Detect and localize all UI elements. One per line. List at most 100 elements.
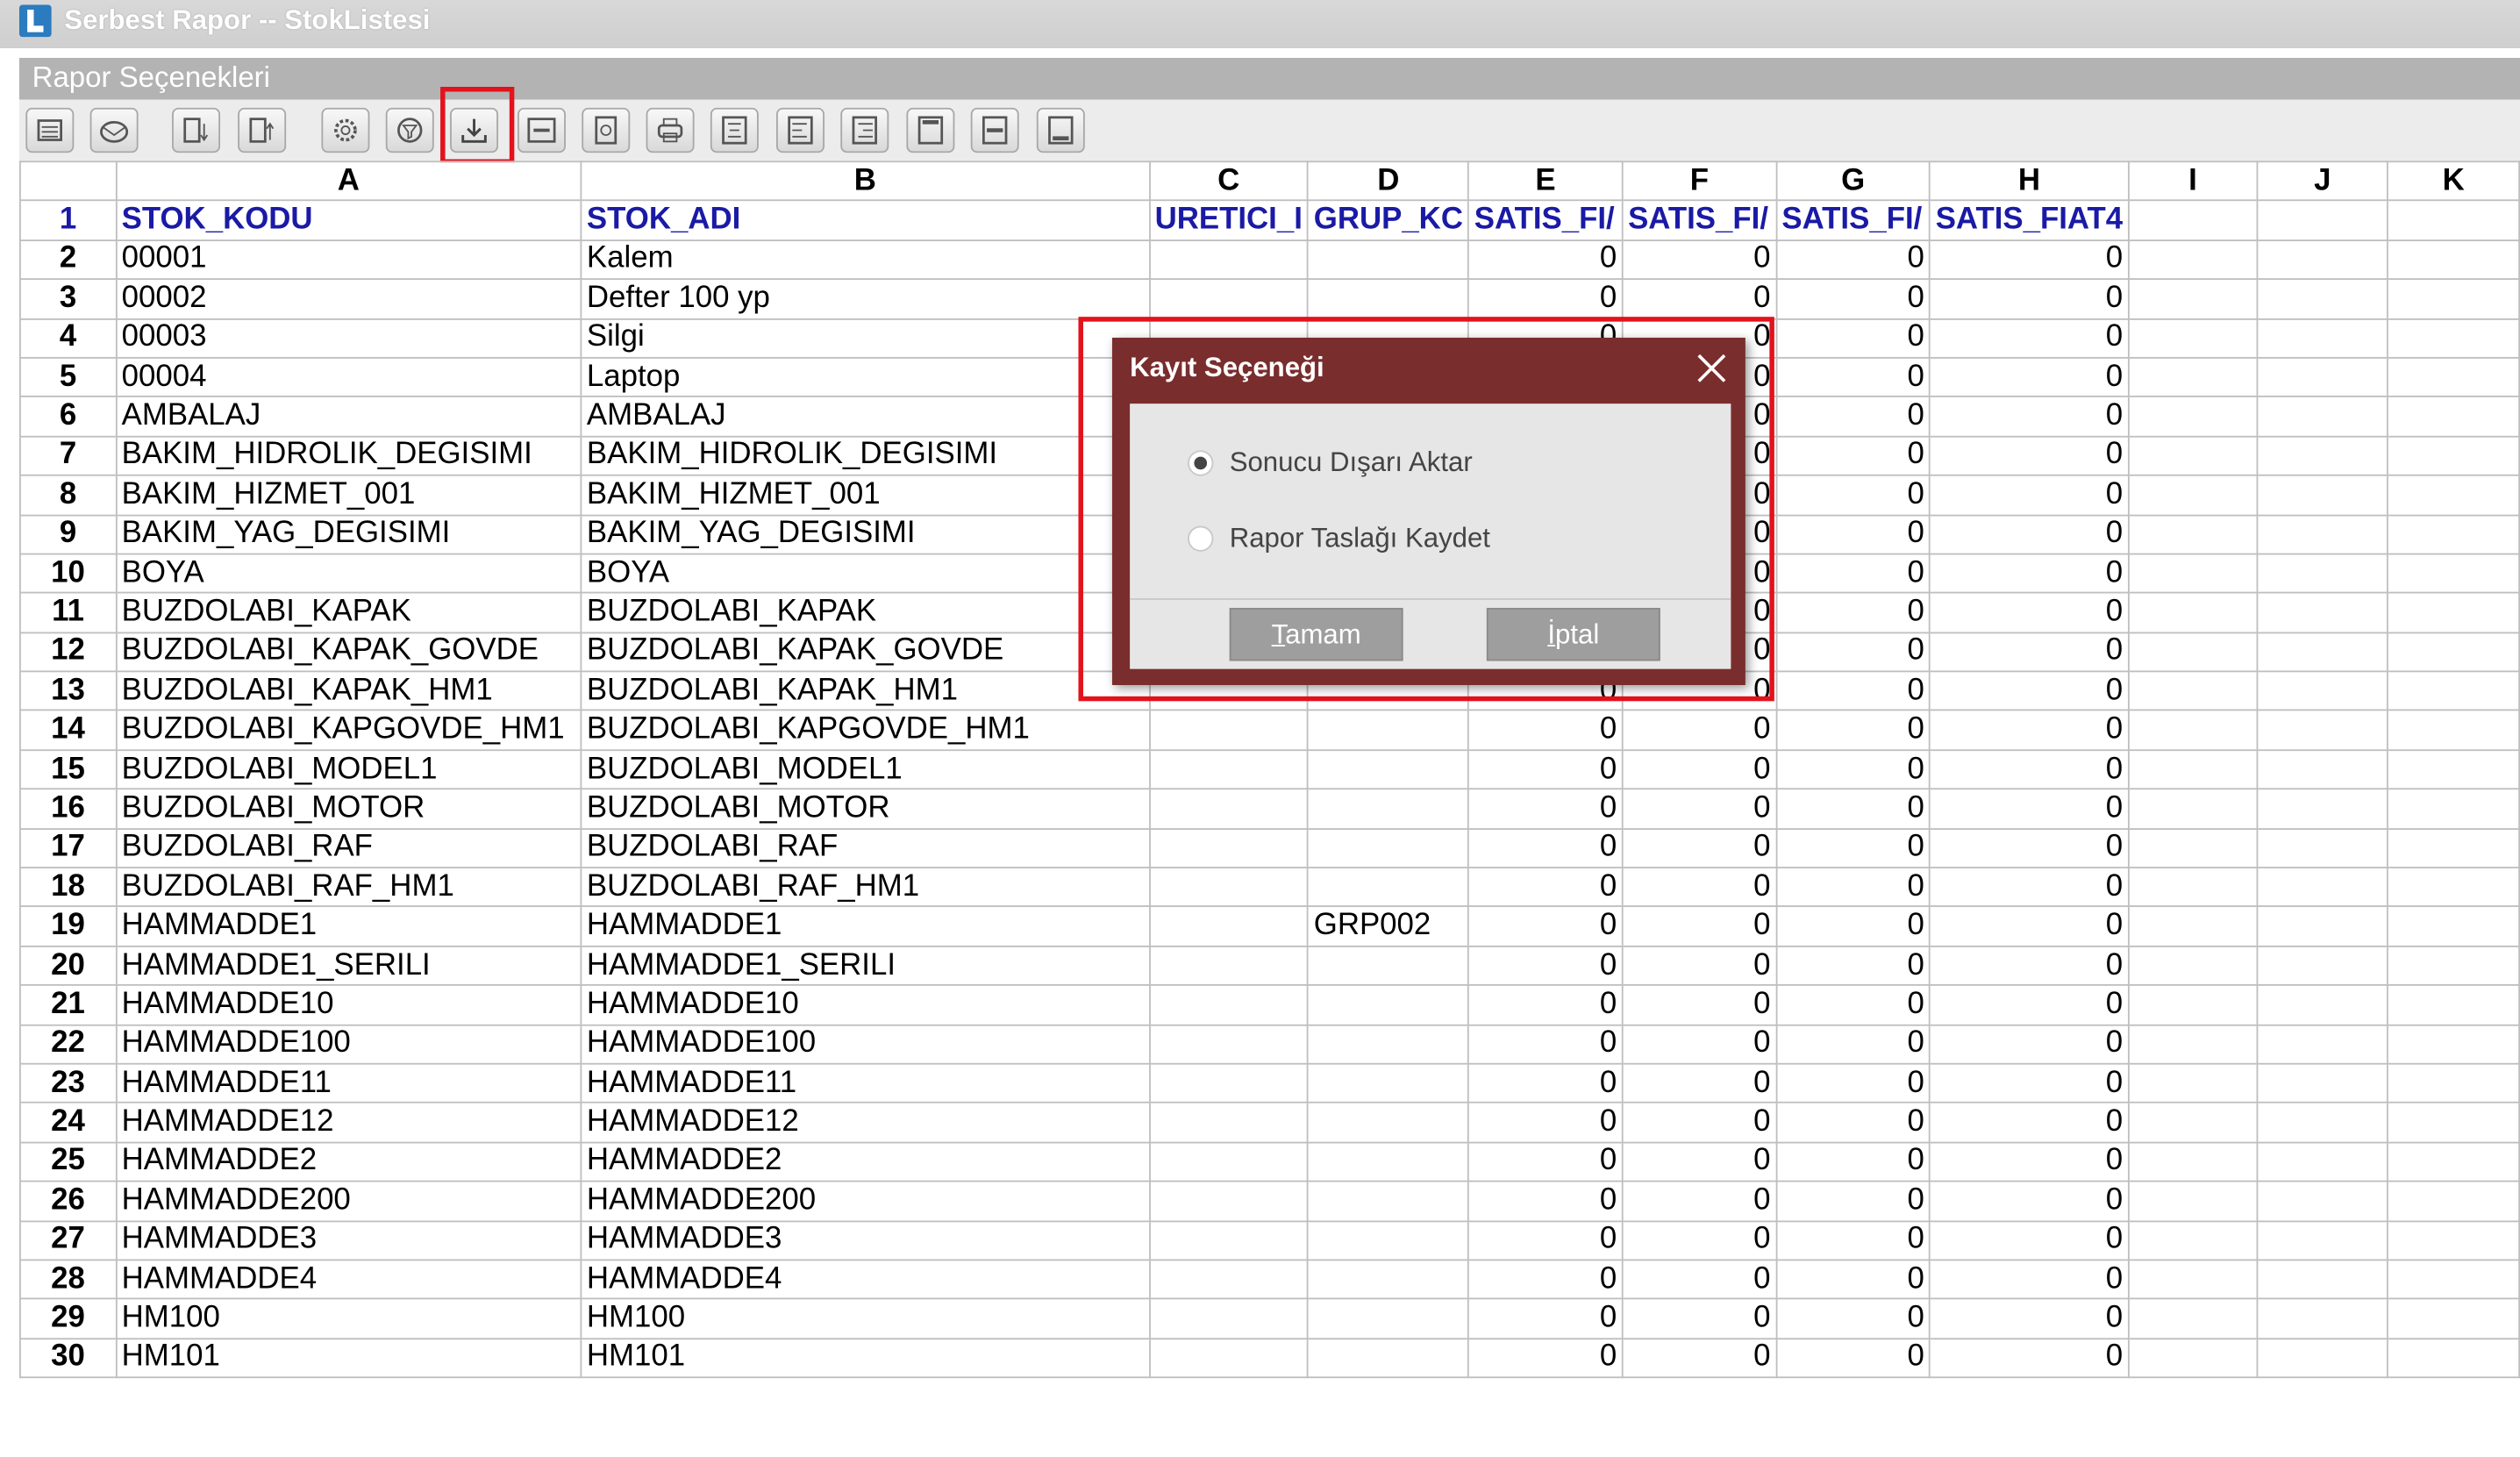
cell[interactable] [1307,945,1470,987]
cancel-button[interactable]: İptal [1486,607,1660,661]
cell[interactable]: 0 [1467,945,1624,987]
cell[interactable]: 0 [1775,1180,1931,1222]
cell[interactable] [1307,827,1470,869]
cell[interactable]: 0 [1621,1298,1777,1339]
cell[interactable] [1307,1219,1470,1261]
cell[interactable] [2127,670,2259,712]
cell[interactable]: 0 [1467,1024,1624,1065]
cell[interactable] [2127,905,2259,947]
row-number[interactable]: 13 [18,670,118,712]
cell[interactable]: 0 [1929,1259,2130,1300]
cell[interactable] [2127,1298,2259,1339]
cell[interactable] [2387,475,2520,516]
cell[interactable]: BUZDOLABI_KAPAK [580,592,1151,633]
mail-button[interactable] [89,107,139,154]
cell[interactable] [2256,749,2389,790]
cell[interactable]: 0 [1467,1102,1624,1144]
collapse-button[interactable] [518,107,566,154]
cell[interactable]: 0 [1467,1219,1624,1261]
cell[interactable] [2256,1219,2389,1261]
cell[interactable] [2256,318,2389,359]
cell[interactable] [1307,1259,1470,1300]
cell[interactable]: HAMMADDE100 [115,1024,582,1065]
row-number[interactable]: 5 [18,356,118,398]
cell[interactable]: 0 [1929,788,2130,830]
cell[interactable] [2256,788,2389,830]
cell[interactable] [1148,1259,1310,1300]
cell[interactable] [2387,945,2520,987]
cell[interactable]: 0 [1467,1180,1624,1222]
row-number[interactable]: 2 [18,239,118,281]
cell[interactable] [2256,513,2389,555]
cell[interactable] [2127,513,2259,555]
cell[interactable] [2387,670,2520,712]
cell[interactable]: HAMMADDE200 [580,1180,1151,1222]
cell[interactable]: 0 [1467,749,1624,790]
cell[interactable]: 0 [1775,1024,1931,1065]
cell[interactable] [1307,867,1470,908]
cell[interactable]: BUZDOLABI_RAF_HM1 [580,867,1151,908]
cell[interactable]: 0 [1621,1024,1777,1065]
cell[interactable] [1307,1024,1470,1065]
cell[interactable]: HAMMADDE1_SERILI [115,945,582,987]
cell[interactable]: 0 [1621,1180,1777,1222]
cell[interactable]: 0 [1621,1141,1777,1182]
filter-button[interactable] [385,107,434,154]
cell[interactable]: BUZDOLABI_KAPAK_GOVDE [115,631,582,673]
cell[interactable] [1148,867,1310,908]
cell[interactable] [2387,1298,2520,1339]
cell[interactable]: BUZDOLABI_KAPGOVDE_HM1 [580,710,1151,751]
cell[interactable]: URETICI_I [1148,200,1310,241]
cell[interactable]: 0 [1621,827,1777,869]
cell[interactable]: 0 [1621,749,1777,790]
row-number[interactable]: 26 [18,1180,118,1222]
cell[interactable]: HAMMADDE2 [115,1141,582,1182]
cell[interactable] [2387,1141,2520,1182]
cell[interactable] [2387,905,2520,947]
cell[interactable]: 0 [1775,905,1931,947]
cell[interactable]: STOK_ADI [580,200,1151,241]
align-center-button[interactable] [710,107,759,154]
option-export-result[interactable]: Sonucu Dışarı Aktar [1188,447,1473,480]
align-left-button[interactable] [776,107,825,154]
cell[interactable]: 0 [1775,827,1931,869]
cell[interactable]: HAMMADDE11 [580,1062,1151,1104]
cell[interactable]: 0 [1775,1062,1931,1104]
cell[interactable] [2256,1298,2389,1339]
row-number[interactable]: 12 [18,631,118,673]
cell[interactable]: 0 [1775,592,1931,633]
cell[interactable]: Silgi [580,318,1151,359]
cell[interactable]: 0 [1929,1337,2130,1379]
cell[interactable]: 0 [1467,1141,1624,1182]
cell[interactable]: 0 [1467,1298,1624,1339]
cell[interactable]: HM100 [580,1298,1151,1339]
cell[interactable] [2256,1141,2389,1182]
cell[interactable]: 0 [1929,475,2130,516]
cell[interactable]: 0 [1621,788,1777,830]
cell[interactable]: 0 [1775,1337,1931,1379]
cell[interactable]: STOK_KODU [115,200,582,241]
cell[interactable] [2127,1337,2259,1379]
cell[interactable] [1307,1141,1470,1182]
cell[interactable] [1307,1298,1470,1339]
column-header[interactable]: H [1929,161,2130,202]
option-save-template[interactable]: Rapor Taslağı Kaydet [1188,523,1490,555]
cell[interactable] [1148,1102,1310,1144]
cell[interactable] [2387,356,2520,398]
column-header[interactable]: K [2387,161,2520,202]
row-number[interactable]: 24 [18,1102,118,1144]
cell[interactable]: 0 [1775,984,1931,1025]
cell[interactable]: SATIS_FIAT4 [1929,200,2130,241]
cell[interactable]: 0 [1467,1259,1624,1300]
align-middle-button[interactable] [970,107,1019,154]
cell[interactable] [2127,1219,2259,1261]
cell[interactable] [2256,1024,2389,1065]
cell[interactable] [2256,827,2389,869]
cell[interactable] [2127,318,2259,359]
column-header[interactable]: C [1148,161,1310,202]
sort-desc-button[interactable] [238,107,287,154]
cell[interactable] [1148,749,1310,790]
cell[interactable]: BUZDOLABI_MOTOR [580,788,1151,830]
row-number[interactable]: 23 [18,1062,118,1104]
row-number[interactable]: 15 [18,749,118,790]
